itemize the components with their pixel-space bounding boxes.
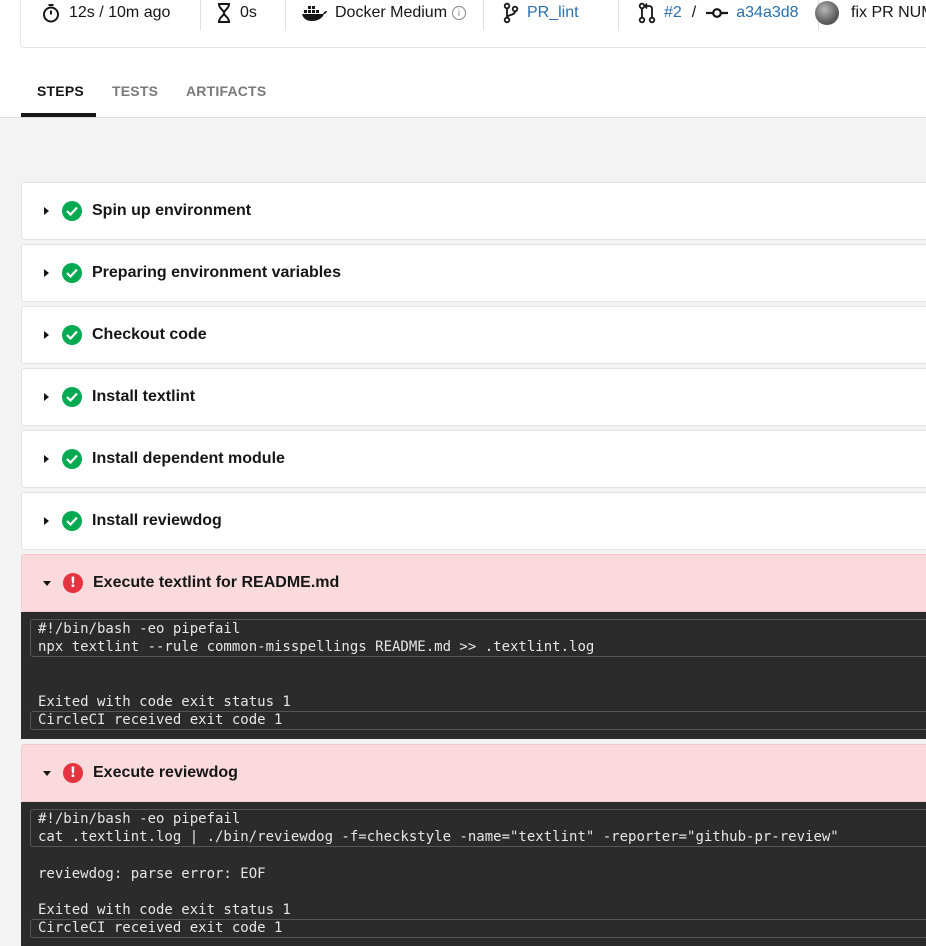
step-title: Install dependent module	[92, 450, 285, 468]
tab-artifacts[interactable]: ARTIFACTS	[186, 83, 266, 99]
step-title: Install textlint	[92, 388, 195, 406]
caret-right-icon	[44, 331, 49, 339]
branch-link[interactable]: PR_lint	[527, 4, 579, 22]
step-output-textlint: #!/bin/bash -eo pipefail npx textlint --…	[21, 612, 926, 739]
exit-status-line: Exited with code exit status 1	[38, 902, 291, 918]
error-line: reviewdog: parse error: EOF	[38, 866, 266, 882]
success-check-icon	[62, 263, 82, 283]
step-title: Execute textlint for README.md	[93, 574, 339, 592]
pr-link[interactable]: #2	[664, 4, 682, 22]
meta-divider	[618, 0, 619, 30]
exit-status-line: Exited with code exit status 1	[38, 694, 291, 710]
duration-text: 12s / 10m ago	[69, 4, 170, 22]
command-line: npx textlint --rule common-misspellings …	[38, 639, 594, 655]
executor-meta: Docker Medium i	[301, 0, 466, 26]
caret-right-icon	[44, 455, 49, 463]
caret-down-icon	[43, 771, 51, 776]
stopwatch-icon	[41, 3, 61, 23]
error-alert-icon: !	[63, 763, 83, 783]
active-tab-indicator	[21, 113, 96, 117]
error-alert-icon: !	[63, 573, 83, 593]
avatar	[815, 1, 839, 25]
executor-text: Docker Medium	[335, 4, 447, 22]
queued-meta: 0s	[216, 0, 257, 26]
step-title: Execute reviewdog	[93, 764, 238, 782]
step-title: Preparing environment variables	[92, 264, 341, 282]
step-title: Spin up environment	[92, 202, 251, 220]
exit-code-line: CircleCI received exit code 1	[38, 920, 282, 936]
step-install-dependent-module[interactable]: Install dependent module	[21, 430, 926, 488]
step-title: Install reviewdog	[92, 512, 222, 530]
success-check-icon	[62, 325, 82, 345]
step-output-reviewdog: #!/bin/bash -eo pipefail cat .textlint.l…	[21, 802, 926, 946]
queued-text: 0s	[240, 4, 257, 22]
command-line: cat .textlint.log | ./bin/reviewdog -f=c…	[38, 829, 839, 845]
docker-icon	[301, 4, 327, 22]
commit-message-meta: fix PR NUM	[815, 0, 926, 26]
job-meta-card: 12s / 10m ago 0s Docker Medium i PR_lint	[20, 0, 926, 48]
exit-code-line: CircleCI received exit code 1	[38, 712, 282, 728]
step-execute-reviewdog[interactable]: ! Execute reviewdog	[21, 744, 926, 802]
caret-right-icon	[44, 207, 49, 215]
caret-right-icon	[44, 393, 49, 401]
success-check-icon	[62, 449, 82, 469]
meta-divider	[200, 0, 201, 30]
caret-right-icon	[44, 517, 49, 525]
commit-link[interactable]: a34a3d8	[736, 4, 798, 22]
success-check-icon	[62, 201, 82, 221]
caret-down-icon	[43, 581, 51, 586]
step-install-textlint[interactable]: Install textlint	[21, 368, 926, 426]
step-spin-up-environment[interactable]: Spin up environment	[21, 182, 926, 240]
tab-tests[interactable]: TESTS	[112, 83, 158, 99]
success-check-icon	[62, 511, 82, 531]
command-line: #!/bin/bash -eo pipefail	[38, 811, 240, 827]
meta-divider	[483, 0, 484, 30]
duration-meta: 12s / 10m ago	[41, 0, 170, 26]
commit-icon	[706, 7, 728, 19]
caret-right-icon	[44, 269, 49, 277]
job-header: 12s / 10m ago 0s Docker Medium i PR_lint	[0, 0, 926, 118]
branch-meta: PR_lint	[503, 0, 579, 26]
tab-steps[interactable]: STEPS	[37, 83, 84, 99]
pr-commit-separator: /	[692, 4, 696, 22]
meta-divider	[285, 0, 286, 30]
info-icon[interactable]: i	[452, 6, 466, 20]
step-preparing-environment-variables[interactable]: Preparing environment variables	[21, 244, 926, 302]
step-checkout-code[interactable]: Checkout code	[21, 306, 926, 364]
step-title: Checkout code	[92, 326, 207, 344]
branch-icon	[503, 2, 519, 24]
pr-meta: #2 / a34a3d8	[638, 0, 799, 26]
step-install-reviewdog[interactable]: Install reviewdog	[21, 492, 926, 550]
command-line: #!/bin/bash -eo pipefail	[38, 621, 240, 637]
hourglass-icon	[216, 3, 232, 23]
step-execute-textlint[interactable]: ! Execute textlint for README.md	[21, 554, 926, 612]
commit-message: fix PR NUM	[851, 4, 926, 22]
success-check-icon	[62, 387, 82, 407]
pull-request-icon	[638, 2, 656, 24]
